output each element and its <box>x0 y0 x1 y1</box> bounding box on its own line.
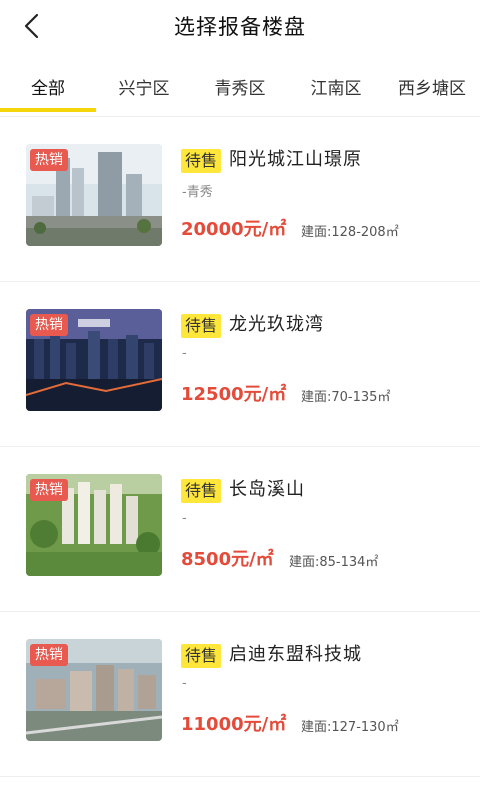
status-badge: 待售 <box>181 479 222 503</box>
status-badge: 待售 <box>181 149 222 173</box>
status-badge: 待售 <box>181 314 222 338</box>
header-bar: 选择报备楼盘 <box>0 0 480 52</box>
tab-label: 全部 <box>31 78 65 99</box>
page-title: 选择报备楼盘 <box>174 15 306 39</box>
listing-area: 建面:85-134㎡ <box>289 555 379 570</box>
chevron-left-icon <box>24 13 39 39</box>
hot-sale-badge: 热销 <box>30 479 68 501</box>
district-tabs: 全部 兴宁区 青秀区 江南区 西乡塘区 <box>0 60 480 112</box>
listing-price: 12500元/㎡ <box>181 384 287 405</box>
listing-price: 8500元/㎡ <box>181 549 274 570</box>
tab-label: 兴宁区 <box>118 78 170 99</box>
tab-qingxiu[interactable]: 青秀区 <box>192 60 288 112</box>
listing-name: 龙光玖珑湾 <box>229 314 324 335</box>
listing-area: 建面:70-135㎡ <box>301 390 391 405</box>
listing-district: - <box>182 676 187 691</box>
tab-all[interactable]: 全部 <box>0 60 96 112</box>
listing-image: 热销 <box>26 309 162 411</box>
tab-xingning[interactable]: 兴宁区 <box>96 60 192 112</box>
listing-name: 阳光城江山璟原 <box>229 149 362 170</box>
tab-label: 西乡塘区 <box>398 78 466 99</box>
listing-area: 建面:128-208㎡ <box>301 225 399 240</box>
listing-item[interactable]: 热销 待售 龙光玖珑湾 - 12500元/㎡ 建面:70-135㎡ <box>0 282 480 447</box>
listing-price: 11000元/㎡ <box>181 714 287 735</box>
hot-sale-badge: 热销 <box>30 314 68 336</box>
listing-item[interactable]: 热销 待售 长岛溪山 - 8500元/㎡ 建面:85-134㎡ <box>0 447 480 612</box>
hot-sale-badge: 热销 <box>30 644 68 666</box>
listing-area: 建面:127-130㎡ <box>301 720 399 735</box>
active-tab-indicator <box>0 108 96 112</box>
back-button[interactable] <box>14 8 50 44</box>
listing-image: 热销 <box>26 474 162 576</box>
hot-sale-badge: 热销 <box>30 149 68 171</box>
listing-item[interactable]: 热销 待售 阳光城江山璟原 -青秀 20000元/㎡ 建面:128-208㎡ <box>0 117 480 282</box>
listing-list: 热销 待售 阳光城江山璟原 -青秀 20000元/㎡ 建面:128-208㎡ 热… <box>0 117 480 777</box>
tab-xixiangtang[interactable]: 西乡塘区 <box>384 60 480 112</box>
status-badge: 待售 <box>181 644 222 668</box>
listing-district: -青秀 <box>182 185 213 200</box>
listing-price: 20000元/㎡ <box>181 219 287 240</box>
listing-district: - <box>182 346 187 361</box>
listing-item[interactable]: 热销 待售 启迪东盟科技城 - 11000元/㎡ 建面:127-130㎡ <box>0 612 480 777</box>
tab-jiangnan[interactable]: 江南区 <box>288 60 384 112</box>
tab-label: 江南区 <box>310 78 362 99</box>
listing-district: - <box>182 511 187 526</box>
listing-image: 热销 <box>26 639 162 741</box>
tab-label: 青秀区 <box>214 78 266 99</box>
listing-image: 热销 <box>26 144 162 246</box>
listing-name: 长岛溪山 <box>229 479 305 500</box>
listing-name: 启迪东盟科技城 <box>229 644 362 665</box>
